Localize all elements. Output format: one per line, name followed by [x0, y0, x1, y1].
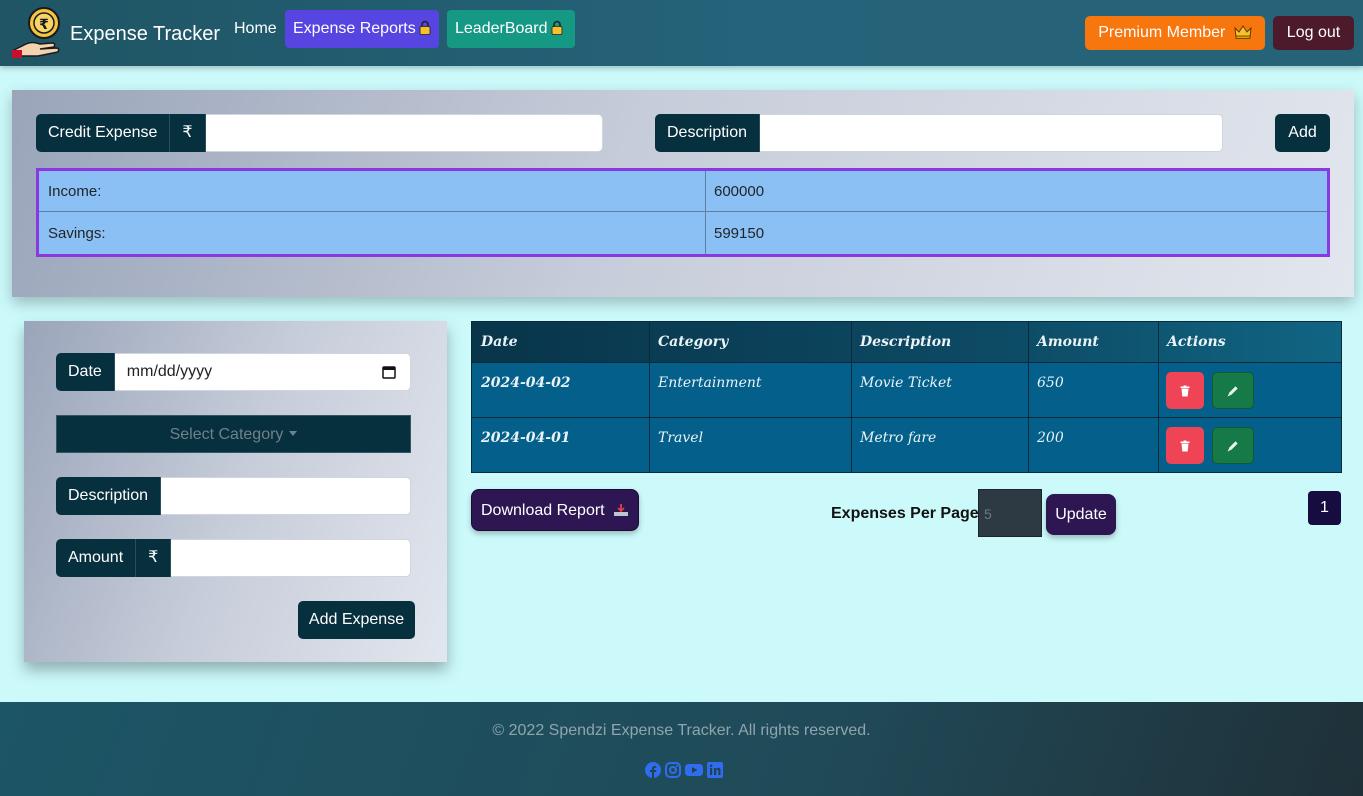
credit-description-label: Description — [655, 114, 761, 152]
credit-amount-input[interactable] — [205, 114, 603, 152]
date-placeholder: mm/dd/yyyy — [126, 363, 213, 380]
page-number-button[interactable]: 1 — [1308, 491, 1341, 525]
amount-group: Amount ₹ — [56, 539, 411, 577]
copyright-text: © 2022 Spendzi Expense Tracker. All righ… — [492, 722, 871, 739]
credit-expense-label: Credit Expense — [36, 114, 171, 152]
description-label: Description — [56, 477, 162, 515]
category-select[interactable]: Select Category — [56, 415, 411, 453]
youtube-icon[interactable] — [685, 762, 703, 778]
summary-table: Income: 600000 Savings: 599150 — [36, 168, 1330, 257]
edit-button[interactable] — [1212, 372, 1254, 409]
header-actions: Actions — [1167, 334, 1226, 350]
download-report-label: Download Report — [481, 502, 605, 519]
savings-label: Savings: — [48, 225, 106, 242]
brand-name: Expense Tracker — [70, 22, 221, 45]
header-amount: Amount — [1037, 334, 1099, 350]
pencil-icon — [1227, 385, 1238, 396]
pencil-icon — [1227, 440, 1238, 451]
category-select-label: Select Category — [169, 426, 284, 443]
download-report-button[interactable]: Download Report — [471, 489, 639, 531]
table-header: Date Category Description Amount Actions — [472, 322, 1341, 363]
per-page-placeholder: 5 — [984, 506, 992, 522]
lock-icon — [419, 20, 431, 35]
income-value: 600000 — [714, 183, 765, 200]
download-tray-icon — [614, 504, 629, 516]
row-date: 2024-04-02 — [481, 375, 571, 391]
description-group: Description — [56, 477, 411, 515]
header-date: Date — [481, 334, 518, 350]
nav-expense-reports-link[interactable]: Expense Reports — [285, 10, 439, 48]
description-input[interactable] — [161, 477, 411, 515]
svg-text:₹: ₹ — [39, 17, 49, 33]
row-category: Travel — [658, 430, 704, 446]
logout-button[interactable]: Log out — [1273, 16, 1354, 50]
calendar-icon[interactable] — [382, 365, 396, 379]
premium-member-label: Premium Member — [1098, 24, 1226, 41]
date-label: Date — [56, 353, 115, 391]
expenses-table: Date Category Description Amount Actions… — [471, 321, 1342, 473]
credit-description-input[interactable] — [760, 114, 1223, 152]
row-amount: 650 — [1037, 375, 1064, 391]
summary-row-savings: Savings: 599150 — [39, 213, 1327, 254]
date-group: Date mm/dd/yyyy — [56, 353, 411, 391]
edit-button[interactable] — [1212, 427, 1254, 464]
nav-leaderboard-link[interactable]: LeaderBoard — [447, 10, 575, 48]
table-row: 2024-04-02 Entertainment Movie Ticket 65… — [472, 363, 1341, 418]
instagram-icon[interactable] — [665, 762, 681, 778]
header-description: Description — [860, 334, 952, 350]
crown-icon — [1234, 25, 1252, 39]
delete-button[interactable] — [1166, 372, 1204, 409]
credit-amount-group: Credit Expense ₹ — [36, 114, 603, 152]
lock-icon — [551, 20, 562, 35]
table-row: 2024-04-01 Travel Metro fare 200 — [472, 418, 1341, 473]
nav-home-link[interactable]: Home — [226, 10, 285, 48]
add-expense-form: Date mm/dd/yyyy Select Category Descript… — [24, 321, 447, 662]
amount-input[interactable] — [171, 539, 411, 577]
credit-description-group: Description — [655, 114, 1223, 152]
nav-expense-reports-label: Expense Reports — [293, 20, 416, 37]
summary-row-income: Income: 600000 — [39, 171, 1327, 212]
footer: © 2022 Spendzi Expense Tracker. All righ… — [0, 702, 1363, 796]
add-expense-button[interactable]: Add Expense — [298, 601, 415, 639]
premium-member-button[interactable]: Premium Member — [1085, 16, 1265, 50]
trash-icon — [1180, 440, 1190, 451]
amount-label: Amount — [56, 539, 137, 577]
add-credit-button[interactable]: Add — [1275, 114, 1330, 152]
rupee-icon: ₹ — [170, 114, 206, 152]
rupee-icon: ₹ — [136, 539, 172, 577]
delete-button[interactable] — [1166, 427, 1204, 464]
trash-icon — [1180, 385, 1190, 396]
row-amount: 200 — [1037, 430, 1064, 446]
row-description: Movie Ticket — [860, 375, 952, 391]
row-category: Entertainment — [658, 375, 762, 391]
date-input[interactable]: mm/dd/yyyy — [114, 353, 411, 391]
chevron-down-icon — [289, 431, 298, 436]
expenses-per-page-label: Expenses Per Page: — [831, 505, 984, 522]
income-label: Income: — [48, 183, 102, 200]
linkedin-icon[interactable] — [707, 762, 723, 778]
rupee-hand-logo-icon: ₹ — [12, 7, 60, 58]
credit-panel: Credit Expense ₹ Description Add Income:… — [12, 90, 1354, 297]
row-description: Metro fare — [860, 430, 937, 446]
nav-leaderboard-label: LeaderBoard — [455, 20, 548, 37]
brand[interactable]: ₹ Expense Tracker — [12, 6, 220, 58]
savings-value: 599150 — [714, 225, 765, 242]
navbar: ₹ Expense Tracker Home Expense Reports L… — [0, 0, 1363, 66]
header-category: Category — [658, 334, 729, 350]
social-links — [645, 762, 723, 778]
facebook-icon[interactable] — [645, 762, 661, 778]
expenses-per-page-input[interactable]: 5 — [978, 489, 1042, 537]
row-date: 2024-04-01 — [481, 430, 571, 446]
update-button[interactable]: Update — [1046, 494, 1116, 535]
